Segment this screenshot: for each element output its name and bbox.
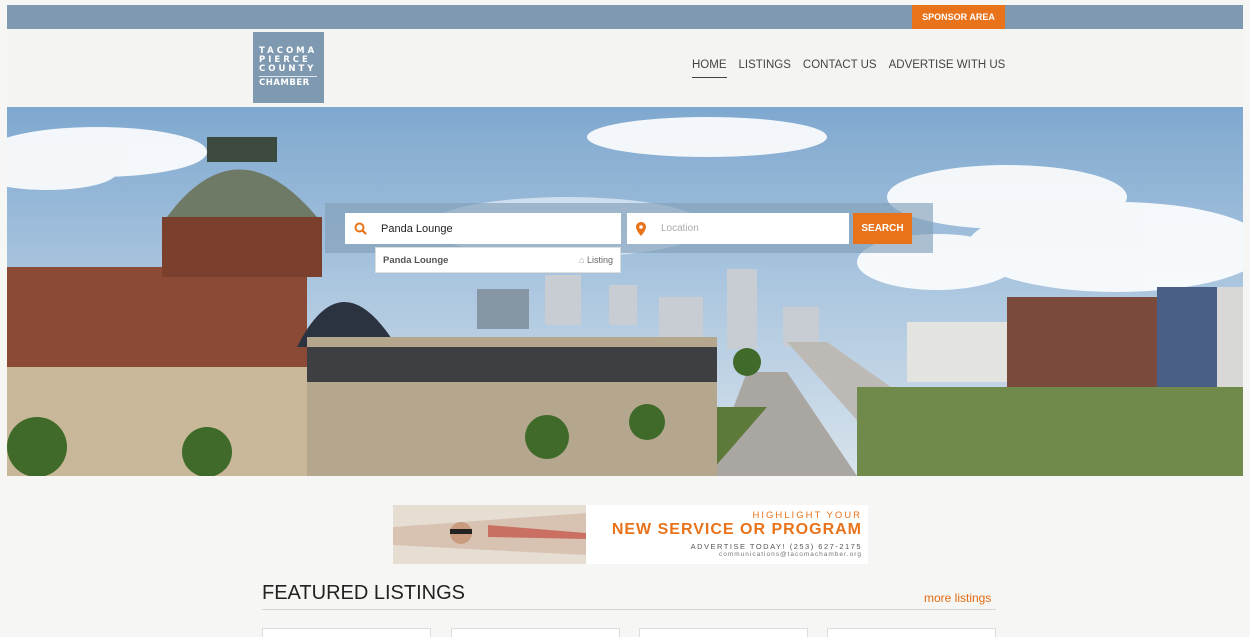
ad-phone: ADVERTISE TODAY! (253) 627-2175 bbox=[690, 542, 862, 551]
main-nav: HOME LISTINGS CONTACT US ADVERTISE WITH … bbox=[692, 59, 1005, 78]
logo-line: COUNTY bbox=[259, 64, 317, 74]
search-query-text: Panda Lounge bbox=[381, 222, 453, 235]
listing-card[interactable] bbox=[262, 628, 431, 637]
logo-line: CHAMBER bbox=[259, 76, 317, 88]
sponsor-area-button[interactable]: SPONSOR AREA bbox=[912, 5, 1005, 29]
search-icon bbox=[345, 222, 375, 235]
suggestion-name: Panda Lounge bbox=[383, 254, 449, 266]
nav-home[interactable]: HOME bbox=[692, 59, 727, 78]
featured-divider bbox=[262, 609, 996, 610]
home-icon: ⌂ bbox=[579, 255, 585, 265]
ad-headline-small: HIGHLIGHT YOUR bbox=[752, 510, 862, 521]
listing-card[interactable] bbox=[639, 628, 808, 637]
ad-copy: HIGHLIGHT YOUR NEW SERVICE OR PROGRAM AD… bbox=[586, 505, 868, 564]
search-button[interactable]: SEARCH bbox=[853, 213, 912, 244]
location-input[interactable]: Location bbox=[627, 213, 849, 244]
listing-card[interactable] bbox=[827, 628, 996, 637]
ad-photo bbox=[393, 505, 586, 564]
ad-email: communications@tacomachamber.org bbox=[718, 551, 862, 558]
listing-card[interactable] bbox=[451, 628, 620, 637]
map-pin-icon bbox=[627, 221, 655, 236]
chamber-logo[interactable]: TACOMA PIERCE COUNTY CHAMBER bbox=[253, 32, 324, 103]
top-bar: SPONSOR AREA bbox=[7, 5, 1243, 29]
featured-listings-title: FEATURED LISTINGS bbox=[262, 582, 465, 604]
location-placeholder: Location bbox=[661, 223, 699, 234]
search-suggestion[interactable]: Panda Lounge ⌂ Listing bbox=[375, 247, 621, 273]
city-skyline-illustration bbox=[7, 117, 1243, 476]
ad-headline: NEW SERVICE OR PROGRAM bbox=[611, 521, 862, 538]
nav-listings[interactable]: LISTINGS bbox=[739, 59, 791, 78]
nav-advertise-with-us[interactable]: ADVERTISE WITH US bbox=[889, 59, 1006, 78]
site-header: TACOMA PIERCE COUNTY CHAMBER HOME LISTIN… bbox=[7, 29, 1243, 107]
suggestion-type: ⌂ Listing bbox=[579, 255, 613, 265]
nav-contact-us[interactable]: CONTACT US bbox=[803, 59, 877, 78]
more-listings-link[interactable]: more listings bbox=[924, 591, 991, 605]
suggestion-type-label: Listing bbox=[586, 255, 613, 265]
advertise-banner[interactable]: HIGHLIGHT YOUR NEW SERVICE OR PROGRAM AD… bbox=[393, 505, 868, 564]
search-input[interactable]: Panda Lounge bbox=[345, 213, 621, 244]
hero-image bbox=[7, 107, 1243, 476]
